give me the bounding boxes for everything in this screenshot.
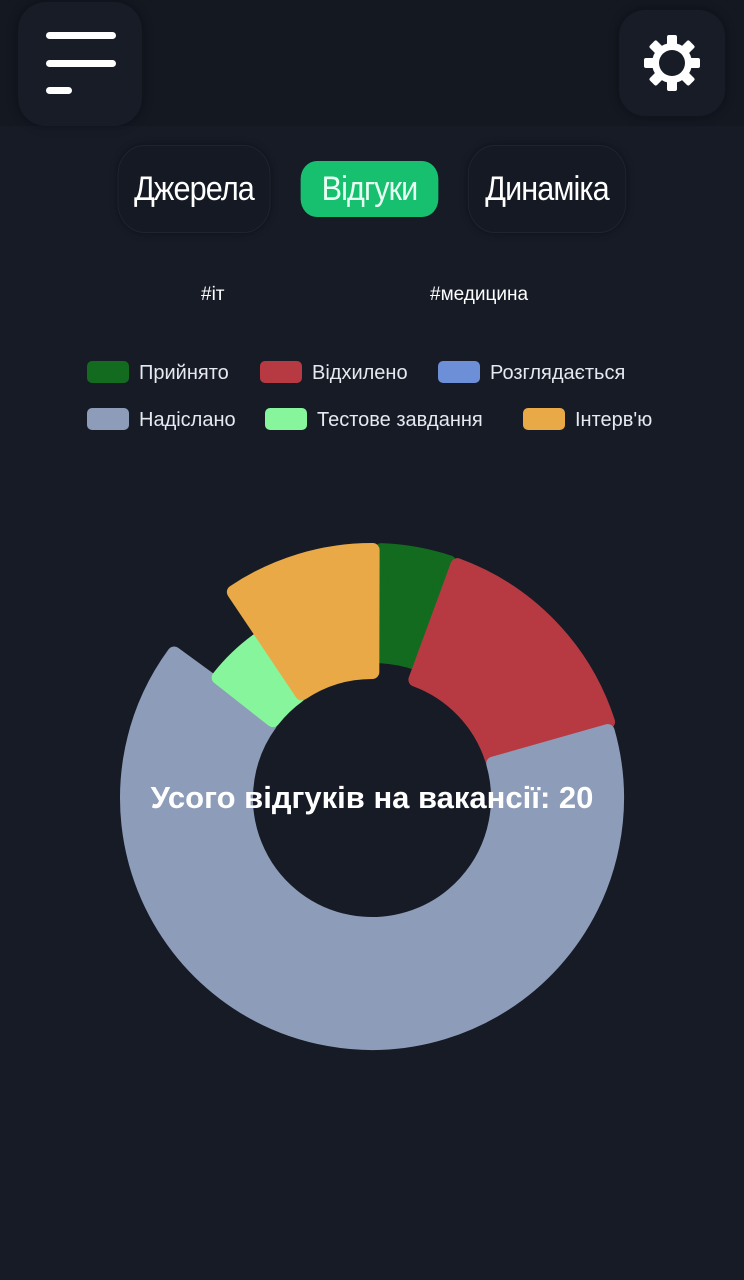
legend-label: Відхилено — [312, 362, 408, 384]
legend-label: Надіслано — [139, 409, 236, 431]
legend-swatch — [438, 361, 480, 383]
legend-swatch — [265, 408, 307, 430]
tab-sources[interactable]: Джерела — [117, 145, 271, 233]
legend-swatch — [523, 408, 565, 430]
legend-label: Інтерв'ю — [575, 409, 653, 431]
tab-dynamics[interactable]: Динаміка — [467, 145, 627, 233]
legend-swatch — [87, 408, 129, 430]
legend-label: Тестове завдання — [317, 409, 483, 431]
legend-label: Прийнято — [139, 362, 229, 384]
hamburger-menu-icon — [46, 32, 116, 39]
legend-swatch — [260, 361, 302, 383]
tag-medicine[interactable]: #медицина — [430, 283, 528, 307]
menu-icon-bar — [46, 87, 72, 94]
settings-button[interactable] — [619, 10, 725, 116]
legend-label: Розглядається — [490, 362, 626, 384]
tab-responses[interactable]: Відгуки — [300, 161, 439, 217]
legend-swatch — [87, 361, 129, 383]
menu-icon-bar — [46, 60, 116, 67]
menu-button[interactable] — [18, 2, 142, 126]
gear-icon — [644, 35, 700, 91]
tag-it[interactable]: #іт — [201, 283, 225, 307]
donut-slice[interactable] — [408, 558, 616, 767]
chart-center-label: Усого відгуків на вакансії: 20 — [150, 780, 594, 815]
